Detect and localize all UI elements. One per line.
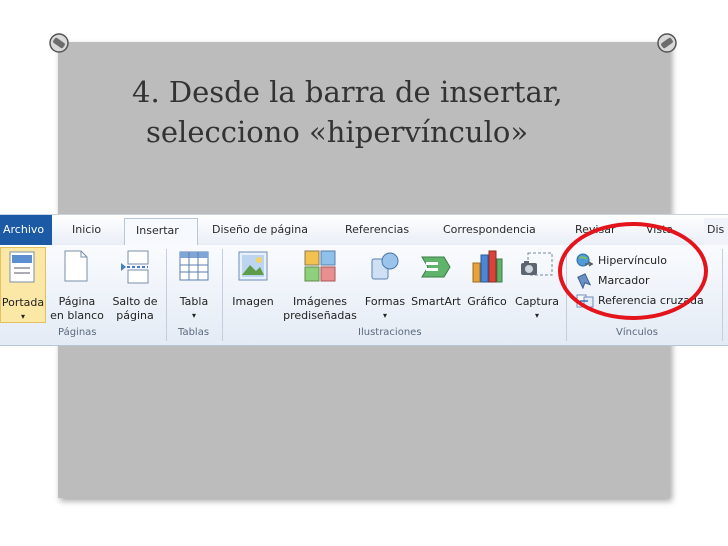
dropdown-arrow-icon: ▾ bbox=[20, 312, 25, 321]
chart-icon bbox=[472, 250, 503, 283]
smartart-label: SmartArt bbox=[411, 295, 461, 308]
smartart-icon bbox=[421, 256, 451, 278]
pushpin-icon bbox=[657, 33, 677, 53]
pagina-en-blanco-label: en blanco bbox=[50, 309, 104, 322]
imagen-label: Imagen bbox=[232, 295, 274, 308]
pushpin-icon bbox=[49, 33, 69, 53]
portada-button[interactable]: Portada ▾ bbox=[0, 247, 46, 323]
captura-button[interactable]: Captura ▾ bbox=[512, 247, 562, 323]
group-separator bbox=[722, 249, 723, 341]
portada-label: Portada bbox=[1, 296, 45, 309]
salto-de-pagina-label: página bbox=[116, 309, 154, 322]
highlight-circle bbox=[558, 222, 708, 320]
formas-label: Formas bbox=[364, 295, 406, 308]
tabla-label: Tabla bbox=[179, 295, 209, 308]
imagenes-prediseñadas-label: Imágenes bbox=[293, 295, 347, 308]
slide-title: 4. Desde la barra de insertar, seleccion… bbox=[132, 72, 652, 152]
screenshot-icon bbox=[521, 252, 553, 276]
blank-page-icon bbox=[64, 250, 88, 282]
salto-de-pagina-label: Salto de bbox=[112, 295, 158, 308]
slide-title-line: 4. Desde la barra de insertar, bbox=[132, 75, 563, 109]
dropdown-arrow-icon: ▾ bbox=[191, 311, 196, 320]
cover-page-icon bbox=[9, 251, 35, 283]
tab-overflow[interactable]: Dis bbox=[704, 218, 728, 245]
tab-correspondencia[interactable]: Correspondencia bbox=[443, 223, 536, 236]
group-label-tablas: Tablas bbox=[178, 327, 210, 338]
picture-icon bbox=[238, 251, 268, 281]
smartart-button[interactable]: SmartArt bbox=[410, 247, 462, 323]
tab-diseno-de-pagina[interactable]: Diseño de página bbox=[212, 223, 308, 236]
tabla-button[interactable]: Tabla ▾ bbox=[172, 247, 216, 323]
group-separator bbox=[222, 249, 223, 341]
tab-inicio[interactable]: Inicio bbox=[72, 223, 101, 236]
imagen-button[interactable]: Imagen bbox=[228, 247, 278, 323]
pagina-en-blanco-label: Página bbox=[58, 295, 96, 308]
grafico-button[interactable]: Gráfico bbox=[462, 247, 512, 323]
tab-insertar[interactable]: Insertar bbox=[124, 218, 198, 246]
clip-art-icon bbox=[304, 250, 336, 282]
slide-title-line: selecciono «hipervínculo» bbox=[146, 115, 529, 149]
pagina-en-blanco-button[interactable]: Página en blanco bbox=[48, 247, 106, 323]
page-break-icon bbox=[121, 250, 149, 284]
grafico-label: Gráfico bbox=[467, 295, 507, 308]
dropdown-arrow-icon: ▾ bbox=[534, 311, 539, 320]
tab-referencias[interactable]: Referencias bbox=[345, 223, 409, 236]
formas-button[interactable]: Formas ▾ bbox=[362, 247, 408, 323]
tab-archivo[interactable]: Archivo bbox=[0, 215, 52, 245]
group-label-ilustraciones: Ilustraciones bbox=[358, 327, 422, 338]
tab-label: Archivo bbox=[3, 223, 45, 236]
imagenes-prediseñadas-label: prediseñadas bbox=[283, 309, 357, 322]
dropdown-arrow-icon: ▾ bbox=[382, 311, 387, 320]
salto-de-pagina-button[interactable]: Salto de página bbox=[108, 247, 162, 323]
group-label-vinculos: Vínculos bbox=[616, 327, 658, 338]
group-label-paginas: Páginas bbox=[58, 327, 97, 338]
shapes-icon bbox=[371, 252, 399, 280]
imagenes-prediseñadas-button[interactable]: Imágenes prediseñadas bbox=[282, 247, 358, 323]
captura-label: Captura bbox=[515, 295, 559, 308]
tab-label: Insertar bbox=[136, 224, 179, 237]
table-icon bbox=[179, 251, 209, 281]
group-separator bbox=[166, 249, 167, 341]
